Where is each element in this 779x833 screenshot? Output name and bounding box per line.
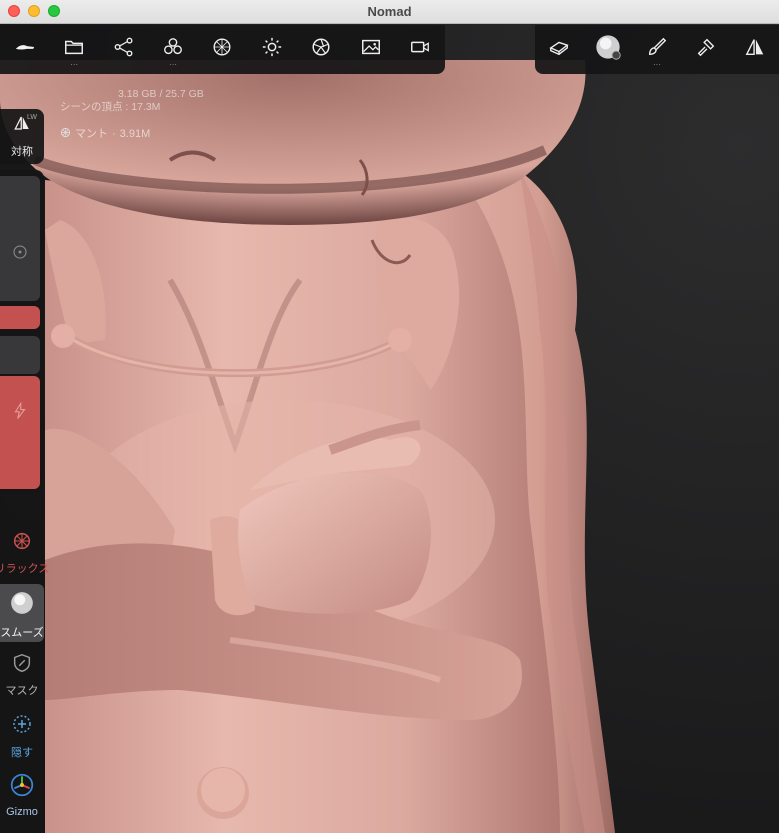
folder-icon	[63, 36, 85, 63]
symmetry-label: 対称	[11, 146, 33, 158]
brush-sliders	[0, 170, 44, 493]
topology-button[interactable]	[198, 25, 247, 74]
mask-tool-button[interactable]: マスク	[0, 646, 44, 704]
smooth-label: スムーズ	[0, 627, 44, 639]
hammer-button[interactable]	[681, 25, 730, 74]
background-image-button[interactable]	[346, 25, 395, 74]
current-brush-button[interactable]	[584, 25, 633, 74]
intensity-slider[interactable]	[0, 336, 40, 374]
scene-button[interactable]	[99, 25, 148, 74]
sculpt-model	[0, 24, 779, 833]
symmetry-button[interactable]: LW 対称	[0, 109, 44, 164]
files-button[interactable]: ···	[49, 25, 98, 74]
smooth-brush-icon	[594, 33, 622, 66]
main-toolbar: ··· ···	[0, 25, 445, 74]
gizmo-tool-button[interactable]: Gizmo	[0, 768, 44, 826]
paint-brush-icon	[646, 36, 668, 63]
lighting-button[interactable]	[247, 25, 296, 74]
nomad-logo-icon	[14, 36, 36, 63]
relax-label: リラックス	[0, 563, 50, 575]
nomad-menu-button[interactable]	[0, 25, 49, 74]
mesh-tools-icon	[162, 36, 184, 63]
window-titlebar: Nomad	[0, 0, 779, 24]
relax-icon	[11, 530, 33, 557]
memory-usage: 3.18 GB / 25.7 GB	[118, 88, 204, 100]
scene-info-overlay: 3.18 GB / 25.7 GB シーンの頂点 : 17.3M マント · 3…	[60, 88, 204, 142]
radius-slider-fill[interactable]	[0, 306, 40, 329]
paint-button[interactable]: ···	[633, 25, 682, 74]
mesh-tools-button[interactable]: ···	[148, 25, 197, 74]
mesh-name: マント	[75, 128, 108, 140]
image-icon	[360, 36, 382, 63]
gizmo-icon	[9, 772, 35, 803]
relax-tool-button[interactable]: リラックス	[0, 524, 49, 582]
sun-lighting-icon	[261, 36, 283, 63]
menu-dots-indicator: ···	[652, 60, 661, 69]
menu-dots-indicator: ···	[169, 60, 178, 69]
camera-aperture-icon	[310, 36, 332, 63]
mesh-icon	[60, 127, 71, 142]
hammer-icon	[695, 36, 717, 63]
active-mesh-info: マント · 3.91M	[60, 127, 204, 142]
scene-vertices: シーンの頂点 : 17.3M	[60, 101, 161, 113]
eraser-button[interactable]	[535, 25, 584, 74]
intensity-slider-fill[interactable]	[0, 376, 40, 489]
hide-icon	[10, 712, 34, 741]
camera-button[interactable]	[396, 25, 445, 74]
smooth-tool-button[interactable]: スムーズ	[0, 584, 44, 642]
gizmo-label: Gizmo	[6, 806, 38, 818]
postprocess-button[interactable]	[297, 25, 346, 74]
hide-label: 隠す	[11, 747, 33, 759]
mask-label: マスク	[5, 685, 39, 697]
symmetry-mode-tag: LW	[27, 114, 37, 121]
symmetry-icon	[744, 36, 766, 63]
mask-icon	[11, 652, 33, 679]
eraser-cube-icon	[548, 36, 570, 63]
radius-icon	[11, 243, 29, 266]
hide-tool-button[interactable]: 隠す	[0, 706, 44, 764]
video-camera-icon	[409, 36, 431, 63]
menu-dots-indicator: ···	[70, 60, 79, 69]
sculpt-viewport[interactable]	[0, 24, 779, 833]
topology-sphere-icon	[211, 36, 233, 63]
smooth-icon	[9, 590, 35, 621]
radius-slider[interactable]	[0, 176, 40, 301]
tool-shortcuts: リラックス スムーズ マスク 隠す Gizmo	[0, 520, 49, 833]
scene-graph-icon	[113, 36, 135, 63]
intensity-icon	[11, 401, 29, 425]
mesh-vertex-count: 3.91M	[119, 128, 151, 140]
brush-toolbar: ···	[535, 25, 779, 74]
window-title: Nomad	[367, 4, 412, 19]
symmetry-toggle-button[interactable]	[730, 25, 779, 74]
